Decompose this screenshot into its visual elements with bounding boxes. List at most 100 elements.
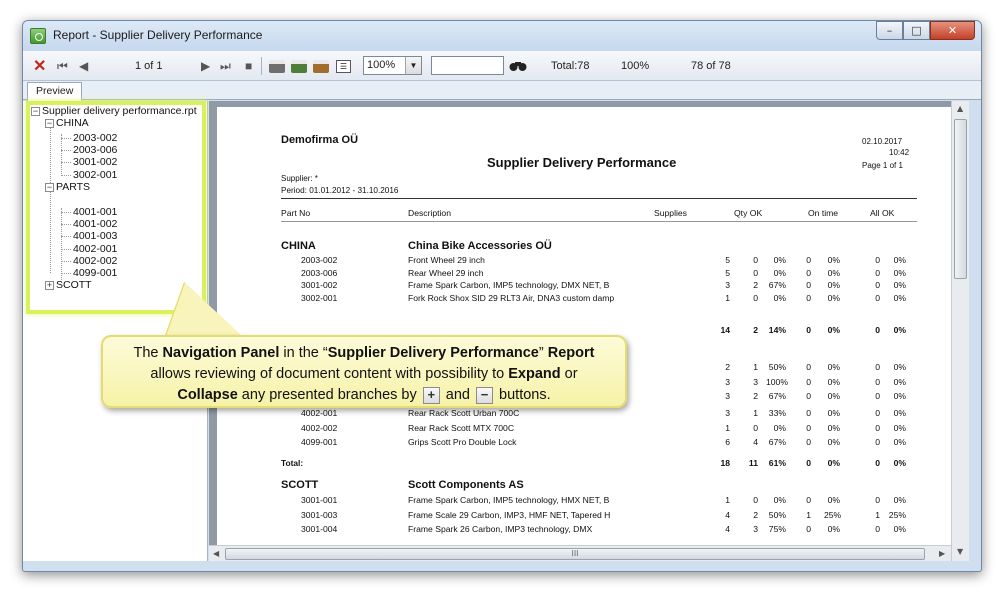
cell-value: 0% — [893, 376, 906, 387]
cell-part-no: 3001-003 — [301, 509, 338, 520]
cell-value: 0% — [827, 391, 840, 401]
col-all-ok: All OK — [870, 208, 895, 218]
cell-value: 1 — [725, 422, 730, 433]
expand-icon[interactable]: + — [45, 280, 54, 290]
maximize-button[interactable]: □ — [903, 21, 930, 40]
cell-value: 0% — [827, 408, 840, 418]
collapse-icon[interactable]: − — [45, 118, 54, 128]
collapse-icon[interactable]: − — [45, 182, 54, 192]
tree-root-label: Supplier delivery performance.rpt — [42, 105, 197, 117]
col-on-time: On time — [808, 208, 839, 218]
scroll-thumb[interactable] — [954, 119, 967, 279]
period-filter: Period: 01.01.2012 - 31.10.2016 — [281, 186, 399, 195]
tree-item[interactable]: 4099-001 — [73, 267, 117, 279]
cell-value: 0 — [806, 362, 811, 372]
group-name-scott: Scott Components AS — [408, 479, 524, 491]
next-page-icon[interactable]: ▶ — [201, 51, 210, 81]
cell-value: 0 — [875, 524, 880, 534]
tree-item[interactable]: 3002-001 — [73, 169, 117, 181]
tree-item[interactable]: 2003-002 — [73, 132, 117, 144]
cell-value: 0 — [753, 255, 758, 265]
print-setup-icon[interactable] — [291, 51, 307, 81]
tree-toggle-icon[interactable]: ☰ — [336, 51, 351, 81]
cell-part-no: 3001-002 — [301, 280, 338, 290]
cell-value: 33% — [768, 408, 786, 418]
cell-part-no: 4002-001 — [301, 408, 338, 418]
close-report-icon[interactable]: ✕ — [33, 51, 46, 81]
cell-value: 0% — [827, 362, 840, 372]
scroll-up-icon[interactable]: ▲ — [957, 104, 963, 113]
report-page: Demofirma OÜ 02.10.2017 10:42 Supplier D… — [217, 107, 951, 561]
annotation-callout: The Navigation Panel in the “Supplier De… — [101, 335, 627, 408]
scroll-left-icon[interactable]: ◀ — [213, 549, 219, 558]
scroll-thumb[interactable]: III — [225, 548, 925, 560]
cell-value: 2 — [725, 362, 730, 372]
cell-value: 0 — [806, 458, 811, 468]
cell-value: 0% — [893, 458, 906, 468]
report-preview-area[interactable]: Demofirma OÜ 02.10.2017 10:42 Supplier D… — [209, 101, 951, 561]
page-indicator: 1 of 1 — [135, 60, 163, 72]
report-title: Supplier Delivery Performance — [487, 155, 677, 170]
cell-value: 0% — [893, 292, 906, 303]
cell-value: 1 — [753, 362, 758, 372]
group-name-china: China Bike Accessories OÜ — [408, 240, 552, 252]
page-info: Page 1 of 1 — [862, 161, 903, 170]
cell-value: 25% — [888, 509, 906, 520]
cell-value: 0% — [893, 408, 906, 418]
cell-value: 0 — [875, 325, 880, 335]
scroll-down-icon[interactable]: ▼ — [957, 547, 963, 556]
cell-value: 0 — [753, 422, 758, 433]
tree-item[interactable]: 4001-003 — [73, 230, 117, 242]
tree-root[interactable]: − Supplier delivery performance.rpt — [31, 105, 197, 117]
search-input[interactable] — [431, 56, 504, 75]
cell-value: 4 — [725, 509, 730, 520]
cell-value: 0 — [875, 458, 880, 468]
binoculars-search-icon[interactable] — [509, 51, 527, 81]
tree-item[interactable]: 2003-006 — [73, 144, 117, 156]
tree-item[interactable]: 4001-002 — [73, 218, 117, 230]
cell-value: 0 — [875, 280, 880, 290]
close-window-button[interactable]: ✕ — [930, 21, 975, 40]
zoom-select[interactable]: 100% ▼ — [363, 56, 422, 75]
cell-value: 0% — [827, 524, 840, 534]
cell-value: 0% — [893, 495, 906, 505]
cell-value: 0% — [827, 376, 840, 387]
zoom-value: 100% — [367, 59, 396, 71]
cell-value: 18 — [720, 458, 730, 468]
minimize-button[interactable]: – — [876, 21, 903, 40]
stop-icon[interactable]: ■ — [245, 51, 252, 81]
cell-value: 0% — [893, 362, 906, 372]
cell-value: 0% — [893, 255, 906, 265]
export-icon[interactable] — [313, 51, 329, 81]
cell-value: 0% — [773, 495, 786, 505]
cell-value: 0 — [806, 495, 811, 505]
cell-value: 1 — [875, 509, 880, 520]
tree-group-label: CHINA — [56, 117, 89, 129]
vertical-scrollbar[interactable]: ▲ ▼ — [951, 101, 969, 561]
chevron-down-icon[interactable]: ▼ — [405, 57, 421, 74]
cell-value: 67% — [768, 280, 786, 290]
cell-value: 0 — [806, 391, 811, 401]
cell-value: 3 — [725, 376, 730, 387]
cell-value: 5 — [725, 255, 730, 265]
first-page-icon[interactable]: ⏮ — [57, 51, 68, 81]
cell-value: 0 — [806, 267, 811, 278]
collapse-icon[interactable]: − — [31, 106, 40, 116]
horizontal-scrollbar[interactable]: ◀ III ▶ — [209, 545, 951, 561]
previous-page-icon[interactable]: ◀ — [79, 51, 88, 81]
parts-total-label: Total: — [281, 458, 304, 468]
tree-group-scott[interactable]: + SCOTT — [45, 279, 92, 291]
app-icon — [30, 28, 46, 44]
tree-item[interactable]: 4002-002 — [73, 255, 117, 267]
tree-group-china[interactable]: − CHINA — [45, 117, 89, 129]
tree-item[interactable]: 4001-001 — [73, 206, 117, 218]
last-page-icon[interactable]: ⏭ — [220, 51, 231, 81]
tree-group-parts[interactable]: − PARTS — [45, 181, 90, 193]
tree-item[interactable]: 4002-001 — [73, 243, 117, 255]
cell-value: 50% — [768, 362, 786, 372]
tab-preview[interactable]: Preview — [27, 82, 83, 101]
cell-value: 0 — [875, 292, 880, 303]
print-icon[interactable] — [269, 51, 285, 81]
tree-item[interactable]: 3001-002 — [73, 156, 117, 168]
scroll-right-icon[interactable]: ▶ — [939, 549, 945, 558]
